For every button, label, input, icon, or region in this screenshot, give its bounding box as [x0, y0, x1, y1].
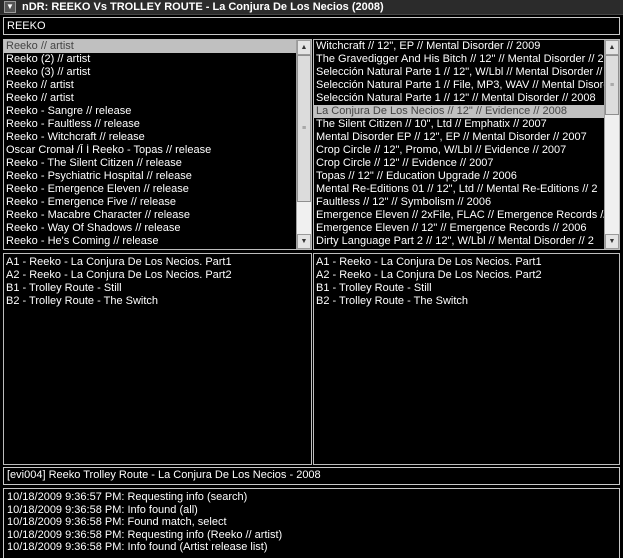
list-item[interactable]: Dirty Language Part 2 // 12", W/Lbl // M… — [314, 235, 604, 248]
list-item[interactable]: Oscar Cromał /Ī İ Reeko - Topas // relea… — [4, 144, 296, 157]
list-item[interactable]: Selección Natural Parte 1 // 12" // Ment… — [314, 92, 604, 105]
release-versions-list[interactable]: Witchcraft // 12", EP // Mental Disorder… — [314, 40, 604, 249]
list-item[interactable]: Reeko - Psychiatric Hospital // release — [4, 170, 296, 183]
list-item[interactable]: Reeko - Macabre Character // release — [4, 209, 296, 222]
track-row[interactable]: B1 - Trolley Route - Still — [314, 282, 619, 295]
window-title: nDR: REEKO Vs TROLLEY ROUTE - La Conjura… — [22, 1, 384, 13]
tracklist-right-panel: A1 - Reeko - La Conjura De Los Necios. P… — [313, 253, 620, 465]
list-item[interactable]: Selección Natural Parte 1 // 12", W/Lbl … — [314, 66, 604, 79]
list-item[interactable]: La Conjura De Los Necios // 12" // Evide… — [314, 105, 604, 118]
list-item[interactable]: Reeko - Emergence Eleven // release — [4, 183, 296, 196]
list-item[interactable]: Reeko - Faultless // release — [4, 118, 296, 131]
list-item[interactable]: Crop Circle // 12", Promo, W/Lbl // Evid… — [314, 144, 604, 157]
list-item[interactable]: The Gravedigger And His Bitch // 12" // … — [314, 53, 604, 66]
list-item[interactable]: Reeko - Way Of Shadows // release — [4, 222, 296, 235]
list-item[interactable]: Reeko - Emergence Five // release — [4, 196, 296, 209]
log-entry: 10/18/2009 9:36:58 PM: Info found (Artis… — [7, 541, 268, 553]
list-item[interactable]: Reeko // artist — [4, 92, 296, 105]
scroll-down-arrow-icon[interactable]: ▼ — [605, 234, 619, 249]
search-input[interactable] — [3, 17, 620, 35]
list-item[interactable]: Reeko - He's Coming // release — [4, 235, 296, 248]
list-item[interactable]: Witchcraft // 12", EP // Mental Disorder… — [314, 40, 604, 53]
track-row[interactable]: A1 - Reeko - La Conjura De Los Necios. P… — [4, 256, 311, 269]
list-item[interactable]: Selección Natural Parte 1 // File, MP3, … — [314, 79, 604, 92]
list-item[interactable]: Crop Circle // 12" // Evidence // 2007 — [314, 157, 604, 170]
list-item[interactable]: Reeko (3) // artist — [4, 66, 296, 79]
list-item[interactable]: Mental Disorder EP // 12", EP // Mental … — [314, 131, 604, 144]
track-row[interactable]: A2 - Reeko - La Conjura De Los Necios. P… — [4, 269, 311, 282]
track-row[interactable]: B2 - Trolley Route - The Switch — [4, 295, 311, 308]
scroll-up-arrow-icon[interactable]: ▲ — [297, 40, 311, 55]
list-item[interactable]: Reeko - Sangre // release — [4, 105, 296, 118]
track-row[interactable]: B2 - Trolley Route - The Switch — [314, 295, 619, 308]
track-row[interactable]: A2 - Reeko - La Conjura De Los Necios. P… — [314, 269, 619, 282]
scroll-thumb[interactable]: ≡ — [297, 55, 311, 202]
artist-list-scrollbar[interactable]: ▲ ≡ ▼ — [296, 40, 311, 249]
list-item[interactable]: Reeko // artist — [4, 79, 296, 92]
artist-results-list[interactable]: Reeko // artist Reeko (2) // artist Reeko … — [4, 40, 296, 249]
scroll-down-arrow-icon[interactable]: ▼ — [297, 234, 311, 249]
scroll-thumb[interactable]: ≡ — [605, 55, 619, 115]
list-item[interactable]: The Silent Citizen // 10", Ltd // Emphat… — [314, 118, 604, 131]
release-list-scrollbar[interactable]: ▲ ≡ ▼ — [604, 40, 619, 249]
tracklist-left[interactable]: A1 - Reeko - La Conjura De Los Necios. P… — [4, 256, 311, 464]
list-item[interactable]: Mental Re-Editions 01 // 12", Ltd // Men… — [314, 183, 604, 196]
tracklist-right[interactable]: A1 - Reeko - La Conjura De Los Necios. P… — [314, 256, 619, 464]
track-row[interactable]: B1 - Trolley Route - Still — [4, 282, 311, 295]
result-summary: [evi004] Reeko Trolley Route - La Conjur… — [3, 467, 620, 485]
list-item[interactable]: Topas // 12" // Education Upgrade // 200… — [314, 170, 604, 183]
scroll-up-arrow-icon[interactable]: ▲ — [605, 40, 619, 55]
log-entry: 10/18/2009 9:36:57 PM: Requesting info (… — [7, 491, 248, 503]
list-item[interactable]: Faultless // 12" // Symbolism // 2006 — [314, 196, 604, 209]
artist-results-panel: Reeko // artist Reeko (2) // artist Reeko … — [3, 39, 312, 250]
track-row[interactable]: A1 - Reeko - La Conjura De Los Necios. P… — [314, 256, 619, 269]
release-versions-panel: Witchcraft // 12", EP // Mental Disorder… — [313, 39, 620, 250]
list-item[interactable]: Emergence Eleven // 2xFile, FLAC // Emer… — [314, 209, 604, 222]
title-bar: ▼ nDR: REEKO Vs TROLLEY ROUTE - La Conju… — [0, 0, 623, 15]
list-item[interactable]: Reeko // artist — [4, 40, 296, 53]
log-entry: 10/18/2009 9:36:58 PM: Info found (all) — [7, 503, 198, 516]
list-item[interactable]: Reeko - The Silent Citizen // release — [4, 157, 296, 170]
log-entry: 10/18/2009 9:36:58 PM: Requesting info (… — [7, 528, 283, 541]
app-menu-icon[interactable]: ▼ — [4, 1, 16, 13]
list-item[interactable]: Reeko (2) // artist — [4, 53, 296, 66]
tracklist-left-panel: A1 - Reeko - La Conjura De Los Necios. P… — [3, 253, 312, 465]
log-entry: 10/18/2009 9:36:58 PM: Found match, sele… — [7, 516, 227, 528]
status-log: 10/18/2009 9:36:57 PM: Requesting info (… — [3, 488, 620, 558]
list-item[interactable]: Reeko - Witchcraft // release — [4, 131, 296, 144]
list-item[interactable]: Emergence Eleven // 12" // Emergence Rec… — [314, 222, 604, 235]
